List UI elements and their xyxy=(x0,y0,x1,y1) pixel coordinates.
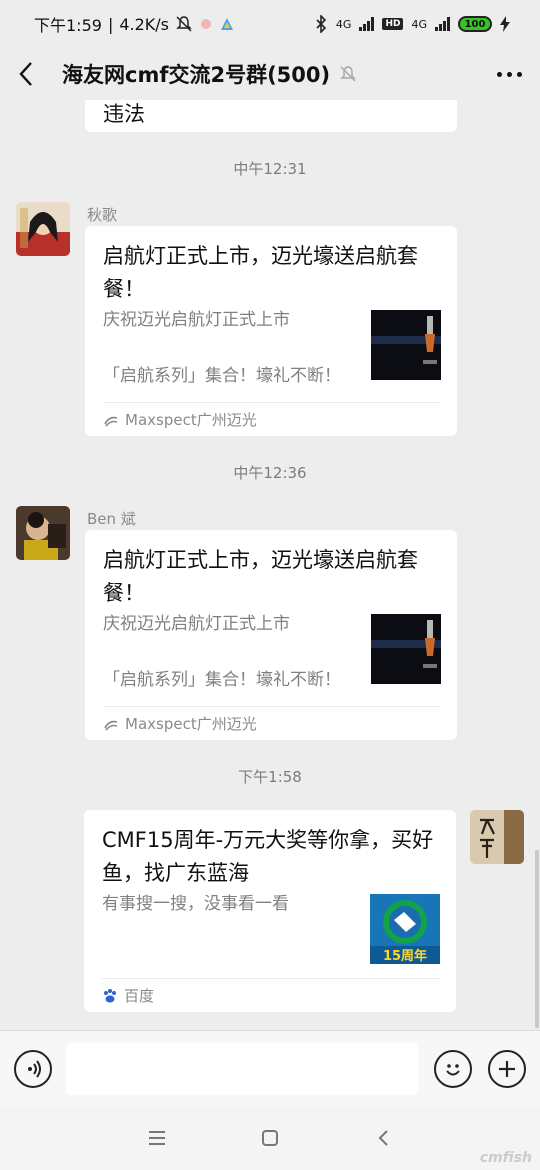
plus-icon xyxy=(499,1060,515,1077)
baidu-paw-icon xyxy=(104,988,116,1002)
more-functions-button[interactable] xyxy=(488,1049,526,1088)
card-description: 庆祝迈光启航灯正式上市 xyxy=(103,614,290,634)
back-nav-button[interactable] xyxy=(363,1118,403,1158)
card-thumbnail xyxy=(371,310,441,380)
avatar[interactable] xyxy=(16,202,70,256)
card-description-2: 「启航系列」集合！壕礼不断！ xyxy=(103,366,341,386)
status-separator: | xyxy=(107,14,114,34)
chat-header: 海友网cmf交流2号群(500) xyxy=(0,48,540,100)
app-triangle-icon xyxy=(221,18,233,30)
thumbnail-text: 15周年 xyxy=(383,948,427,964)
menu-nav-button[interactable] xyxy=(137,1118,177,1158)
input-bar xyxy=(0,1030,540,1106)
card-thumbnail xyxy=(371,614,441,684)
hd-badge: HD xyxy=(382,18,404,30)
bluetooth-icon xyxy=(316,15,327,33)
card-source-name: Maxspect广州迈光 xyxy=(125,411,257,429)
card-title: 启航灯正式上市，迈光壕送启航套餐！ xyxy=(103,244,418,301)
chat-title: 海友网cmf交流2号群(500) xyxy=(62,63,331,87)
home-nav-button[interactable] xyxy=(250,1118,290,1158)
timestamp: 中午12:36 xyxy=(233,464,307,482)
app-notification-icon xyxy=(201,19,211,29)
card-source: 百度 xyxy=(102,985,154,1006)
voice-icon xyxy=(28,1059,41,1078)
network-label-1: 4G xyxy=(335,17,352,31)
card-description-2: 「启航系列」集合！壕礼不断！ xyxy=(103,670,341,690)
mute-bell-icon xyxy=(340,66,356,82)
maxspect-logo-icon xyxy=(104,416,118,427)
scrollbar[interactable] xyxy=(535,850,539,1028)
voice-input-button[interactable] xyxy=(14,1049,52,1088)
menu-icon xyxy=(148,1131,165,1145)
avatar[interactable] xyxy=(16,506,70,560)
signal-icon xyxy=(359,17,375,31)
back-arrow-icon xyxy=(378,1130,389,1146)
home-square-icon xyxy=(261,1130,278,1146)
card-source-name: 百度 xyxy=(124,987,155,1005)
card-thumbnail: 15周年 xyxy=(370,894,440,964)
card-source: Maxspect广州迈光 xyxy=(103,409,257,430)
link-card[interactable]: 启航灯正式上市，迈光壕送启航套餐！ 庆祝迈光启航灯正式上市 「启航系列」集合！壕… xyxy=(85,530,457,740)
link-card[interactable]: 启航灯正式上市，迈光壕送启航套餐！ 庆祝迈光启航灯正式上市 「启航系列」集合！壕… xyxy=(85,226,457,436)
maxspect-logo-icon xyxy=(104,720,118,731)
smiley-icon xyxy=(446,1063,460,1075)
charging-icon xyxy=(500,16,510,32)
partial-message-text: 违法 xyxy=(103,102,145,126)
bell-off-icon xyxy=(176,16,192,32)
chat-area[interactable]: 违法 中午12:31 秋歌 启航灯正式上市，迈光壕送启航套餐！ 庆祝迈光启航灯正… xyxy=(0,100,540,1030)
network-label-2: 4G xyxy=(411,17,427,31)
partial-message-bubble[interactable]: 违法 xyxy=(85,100,457,132)
timestamp: 下午1:58 xyxy=(238,768,302,786)
timestamp: 中午12:31 xyxy=(233,160,307,178)
avatar-self[interactable] xyxy=(470,810,524,864)
card-title: CMF15周年-万元大奖等你拿，买好鱼，找广东蓝海 xyxy=(102,828,434,885)
back-button[interactable] xyxy=(18,59,42,89)
status-time: 下午1:59 xyxy=(34,16,102,35)
more-options-button[interactable] xyxy=(497,62,522,87)
chevron-left-icon xyxy=(19,62,32,86)
signal-icon-2 xyxy=(435,17,450,31)
system-nav-bar xyxy=(0,1106,540,1170)
battery-icon: 100 xyxy=(458,16,492,32)
emoji-button[interactable] xyxy=(434,1049,472,1088)
sender-name: Ben 斌 xyxy=(87,510,136,528)
message-input[interactable] xyxy=(66,1042,418,1095)
card-source: Maxspect广州迈光 xyxy=(103,713,257,734)
card-source-name: Maxspect广州迈光 xyxy=(125,715,257,733)
status-bar: 下午1:59 | 4.2K/s 4G HD 4G 100 xyxy=(0,0,540,48)
link-card[interactable]: CMF15周年-万元大奖等你拿，买好鱼，找广东蓝海 有事搜一搜，没事看一看 15… xyxy=(84,810,456,1012)
sender-name: 秋歌 xyxy=(87,206,118,224)
card-description: 庆祝迈光启航灯正式上市 xyxy=(103,310,290,330)
card-description: 有事搜一搜，没事看一看 xyxy=(102,894,289,914)
status-speed: 4.2K/s xyxy=(119,14,169,34)
card-title: 启航灯正式上市，迈光壕送启航套餐！ xyxy=(103,548,418,605)
watermark: cmfish xyxy=(479,1150,532,1166)
